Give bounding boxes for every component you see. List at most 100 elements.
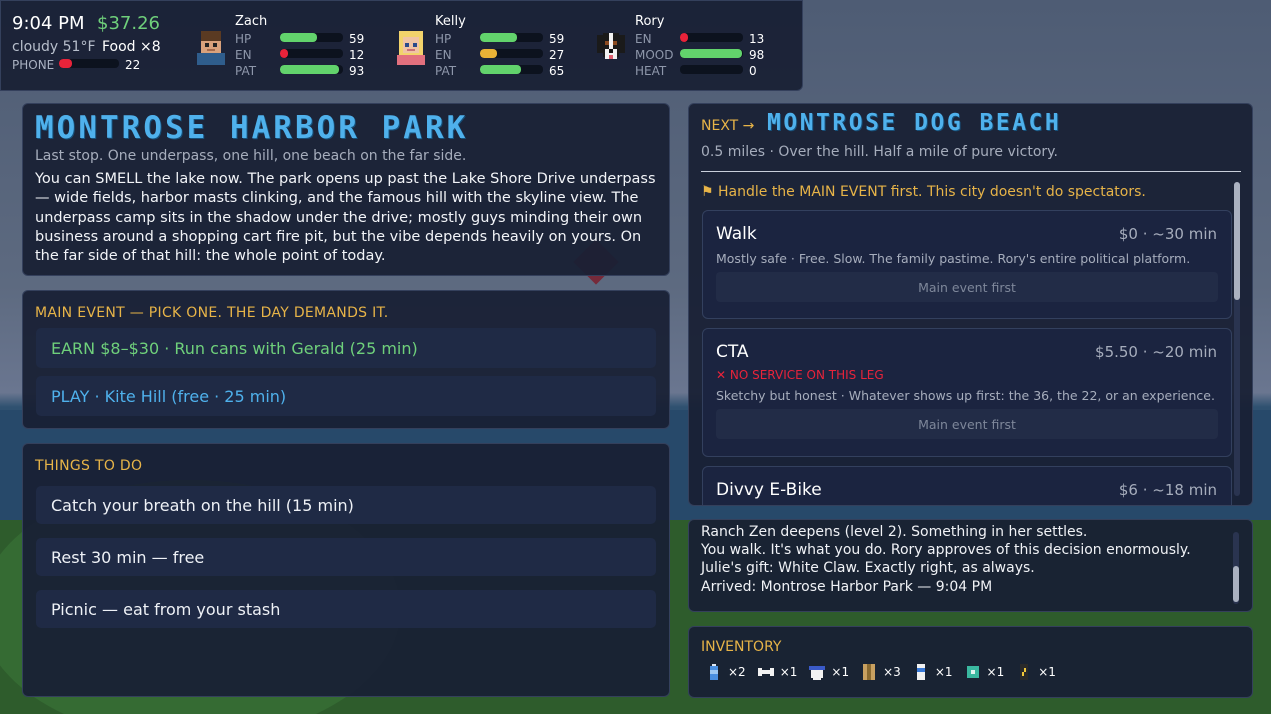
character-name: Zach bbox=[235, 14, 268, 29]
location-panel: MONTROSE HARBOR PARK Last stop. One unde… bbox=[22, 103, 670, 276]
main-event-panel: MAIN EVENT — PICK ONE. THE DAY DEMANDS I… bbox=[22, 290, 670, 429]
zach-portrait-icon bbox=[197, 31, 225, 65]
water-bottle-icon bbox=[710, 664, 718, 680]
main-event-heading: MAIN EVENT — PICK ONE. THE DAY DEMANDS I… bbox=[35, 305, 389, 321]
main-event-first-button[interactable]: Main event first bbox=[716, 272, 1218, 302]
energy-drink-icon bbox=[1020, 664, 1029, 680]
stat-value: 12 bbox=[349, 48, 365, 62]
earn-cans-button[interactable]: EARN $8–$30 · Run cans with Gerald (25 m… bbox=[36, 328, 656, 368]
bone-icon bbox=[757, 668, 774, 676]
inventory-item-can[interactable]: ×1 bbox=[913, 664, 953, 680]
inventory-item-teal[interactable]: ×1 bbox=[965, 664, 1005, 680]
route-name: CTA bbox=[716, 342, 749, 362]
log-line: Julie's gift: White Claw. Exactly right,… bbox=[701, 560, 1035, 577]
route-cost: $0 · ~30 min bbox=[1118, 225, 1217, 243]
inventory-item-bone[interactable]: ×1 bbox=[757, 664, 798, 680]
box-icon bbox=[863, 664, 876, 680]
route-description: Mostly safe · Free. Slow. The family pas… bbox=[716, 251, 1191, 266]
inventory-panel: INVENTORY ×2 ×1 ×1 ×3 ×1 ×1 ×1 bbox=[688, 626, 1253, 698]
next-destination-title: MONTROSE DOG BEACH bbox=[767, 110, 1062, 136]
stat-value: 65 bbox=[549, 64, 565, 78]
stat-value: 98 bbox=[749, 48, 765, 62]
inventory-item-cup[interactable]: ×1 bbox=[809, 664, 849, 680]
main-event-warning: ⚑ Handle the MAIN EVENT first. This city… bbox=[701, 184, 1146, 200]
route-description: Sketchy but honest · Whatever shows up f… bbox=[716, 388, 1215, 403]
stat-value: 0 bbox=[749, 64, 757, 78]
inventory-item-water[interactable]: ×2 bbox=[706, 664, 746, 680]
scrollbar-thumb[interactable] bbox=[1233, 566, 1239, 602]
stat-value: 93 bbox=[349, 64, 365, 78]
things-to-do-panel: THINGS TO DO Catch your breath on the hi… bbox=[22, 443, 670, 697]
things-to-do-heading: THINGS TO DO bbox=[35, 458, 143, 474]
play-kite-hill-button[interactable]: PLAY · Kite Hill (free · 25 min) bbox=[36, 376, 656, 416]
route-divvy-ebike[interactable]: Divvy E-Bike $6 · ~18 min bbox=[702, 466, 1232, 505]
stat-label: HP bbox=[235, 32, 252, 46]
patience-bar bbox=[480, 65, 543, 74]
log-line: You walk. It's what you do. Rory approve… bbox=[701, 542, 1191, 559]
item-count: ×3 bbox=[883, 665, 901, 679]
item-count: ×2 bbox=[728, 665, 746, 679]
stat-label: HEAT bbox=[635, 64, 667, 78]
no-service-warning: ✕ NO SERVICE ON THIS LEG bbox=[716, 368, 884, 382]
route-cost: $6 · ~18 min bbox=[1118, 481, 1217, 499]
hp-bar bbox=[480, 33, 543, 42]
divider bbox=[701, 171, 1241, 172]
status-hud: 9:04 PM $37.26 cloudy 51°F Food ×8 PHONE… bbox=[0, 0, 803, 91]
energy-bar bbox=[680, 33, 743, 42]
inventory-item-energy-drink[interactable]: ×1 bbox=[1016, 664, 1056, 680]
can-icon bbox=[916, 664, 925, 680]
weather-readout: cloudy 51°F bbox=[12, 39, 96, 55]
stat-value: 59 bbox=[349, 32, 365, 46]
route-cost: $5.50 · ~20 min bbox=[1095, 343, 1217, 361]
location-description: You can SMELL the lake now. The park ope… bbox=[35, 171, 656, 265]
stat-label: PAT bbox=[235, 64, 257, 78]
stat-value: 59 bbox=[549, 32, 565, 46]
picnic-button[interactable]: Picnic — eat from your stash bbox=[36, 590, 656, 628]
food-count: Food ×8 bbox=[102, 39, 161, 55]
kelly-portrait-icon bbox=[397, 31, 425, 65]
route-cta[interactable]: CTA $5.50 · ~20 min ✕ NO SERVICE ON THIS… bbox=[702, 328, 1232, 457]
location-subtitle: Last stop. One underpass, one hill, one … bbox=[35, 148, 467, 164]
event-log-lines: Ranch Zen deepens (level 2). Something i… bbox=[701, 524, 1191, 596]
clock-time: 9:04 PM bbox=[12, 13, 85, 34]
route-name: Divvy E-Bike bbox=[716, 480, 822, 500]
routes-scrollbar[interactable] bbox=[1234, 182, 1240, 496]
energy-bar bbox=[480, 49, 543, 58]
event-log-panel: Ranch Zen deepens (level 2). Something i… bbox=[688, 519, 1253, 612]
inventory-item-box[interactable]: ×3 bbox=[861, 664, 901, 680]
teal-item-icon bbox=[966, 666, 979, 678]
item-count: ×1 bbox=[934, 665, 953, 679]
phone-battery-bar bbox=[59, 59, 119, 68]
character-name: Rory bbox=[635, 14, 665, 29]
inventory-heading: INVENTORY bbox=[701, 639, 782, 655]
location-title: MONTROSE HARBOR PARK bbox=[35, 110, 469, 146]
phone-label: PHONE bbox=[12, 58, 55, 72]
stat-label: EN bbox=[435, 48, 452, 62]
catch-breath-button[interactable]: Catch your breath on the hill (15 min) bbox=[36, 486, 656, 524]
log-line: Arrived: Montrose Harbor Park — 9:04 PM bbox=[701, 578, 993, 595]
mood-bar bbox=[680, 49, 743, 58]
item-count: ×1 bbox=[1038, 665, 1056, 679]
route-walk[interactable]: Walk $0 · ~30 min Mostly safe · Free. Sl… bbox=[702, 210, 1232, 319]
log-scrollbar[interactable] bbox=[1233, 532, 1239, 604]
stat-label: EN bbox=[635, 32, 652, 46]
phone-battery-value: 22 bbox=[125, 58, 141, 72]
inventory-items: ×2 ×1 ×1 ×3 ×1 ×1 ×1 bbox=[706, 664, 1068, 680]
energy-bar bbox=[280, 49, 343, 58]
item-count: ×1 bbox=[986, 665, 1005, 679]
stat-label: EN bbox=[235, 48, 252, 62]
main-event-first-button[interactable]: Main event first bbox=[716, 409, 1218, 439]
heat-bar bbox=[680, 65, 743, 74]
hp-bar bbox=[280, 33, 343, 42]
stat-label: MOOD bbox=[635, 48, 674, 62]
cup-icon bbox=[809, 666, 826, 680]
money-amount: $37.26 bbox=[97, 13, 160, 34]
scrollbar-thumb[interactable] bbox=[1234, 182, 1240, 300]
rory-dog-portrait-icon bbox=[597, 33, 625, 59]
rest-button[interactable]: Rest 30 min — free bbox=[36, 538, 656, 576]
character-name: Kelly bbox=[435, 14, 466, 29]
character-zach: Zach HP 59 EN 12 PAT 93 bbox=[194, 11, 384, 83]
next-destination-subtitle: 0.5 miles · Over the hill. Half a mile o… bbox=[701, 144, 1058, 160]
item-count: ×1 bbox=[779, 665, 798, 679]
log-line: Ranch Zen deepens (level 2). Something i… bbox=[701, 524, 1088, 540]
